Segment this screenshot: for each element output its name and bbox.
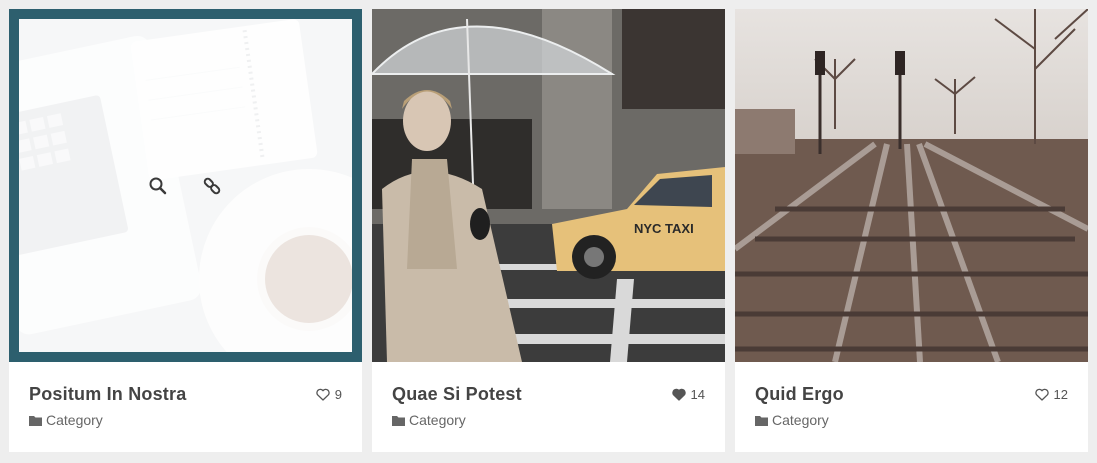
card-title[interactable]: Quid Ergo [755, 384, 844, 405]
card-meta: Positum In Nostra Category 9 [9, 362, 362, 452]
link-icon [203, 177, 221, 195]
overlay-actions [9, 9, 362, 362]
like-count: 14 [690, 387, 705, 402]
portfolio-card: Positum In Nostra Category 9 [9, 9, 362, 452]
heart-outline-icon [1034, 388, 1049, 401]
card-meta: Quid Ergo Category 12 [735, 362, 1088, 452]
folder-icon [29, 415, 42, 426]
taxi-text: NYC TAXI [634, 221, 694, 236]
card-title[interactable]: Positum In Nostra [29, 384, 186, 405]
portfolio-thumbnail[interactable]: NYC TAXI [372, 9, 725, 362]
category-label: Category [46, 412, 103, 428]
portfolio-card: Quid Ergo Category 12 [735, 9, 1088, 452]
permalink-button[interactable] [200, 174, 224, 198]
portfolio-thumbnail[interactable] [735, 9, 1088, 362]
card-title[interactable]: Quae Si Potest [392, 384, 522, 405]
like-button[interactable]: 12 [1034, 387, 1068, 402]
heart-outline-icon [316, 388, 330, 401]
street-image: NYC TAXI [372, 9, 725, 362]
folder-icon [392, 415, 405, 426]
like-count: 9 [334, 387, 342, 402]
like-button[interactable]: 9 [316, 387, 342, 402]
card-meta: Quae Si Potest Category 14 [372, 362, 725, 452]
category-link[interactable]: Category [755, 412, 829, 428]
railway-image [735, 9, 1088, 362]
portfolio-card: NYC TAXI Quae Si Potest Category 14 [372, 9, 725, 452]
category-link[interactable]: Category [392, 412, 466, 428]
category-link[interactable]: Category [29, 412, 103, 428]
search-icon [149, 177, 167, 195]
category-label: Category [409, 412, 466, 428]
like-button[interactable]: 14 [671, 387, 705, 402]
zoom-button[interactable] [146, 174, 170, 198]
folder-icon [755, 415, 768, 426]
like-count: 12 [1053, 387, 1068, 402]
heart-filled-icon [671, 388, 686, 401]
category-label: Category [772, 412, 829, 428]
